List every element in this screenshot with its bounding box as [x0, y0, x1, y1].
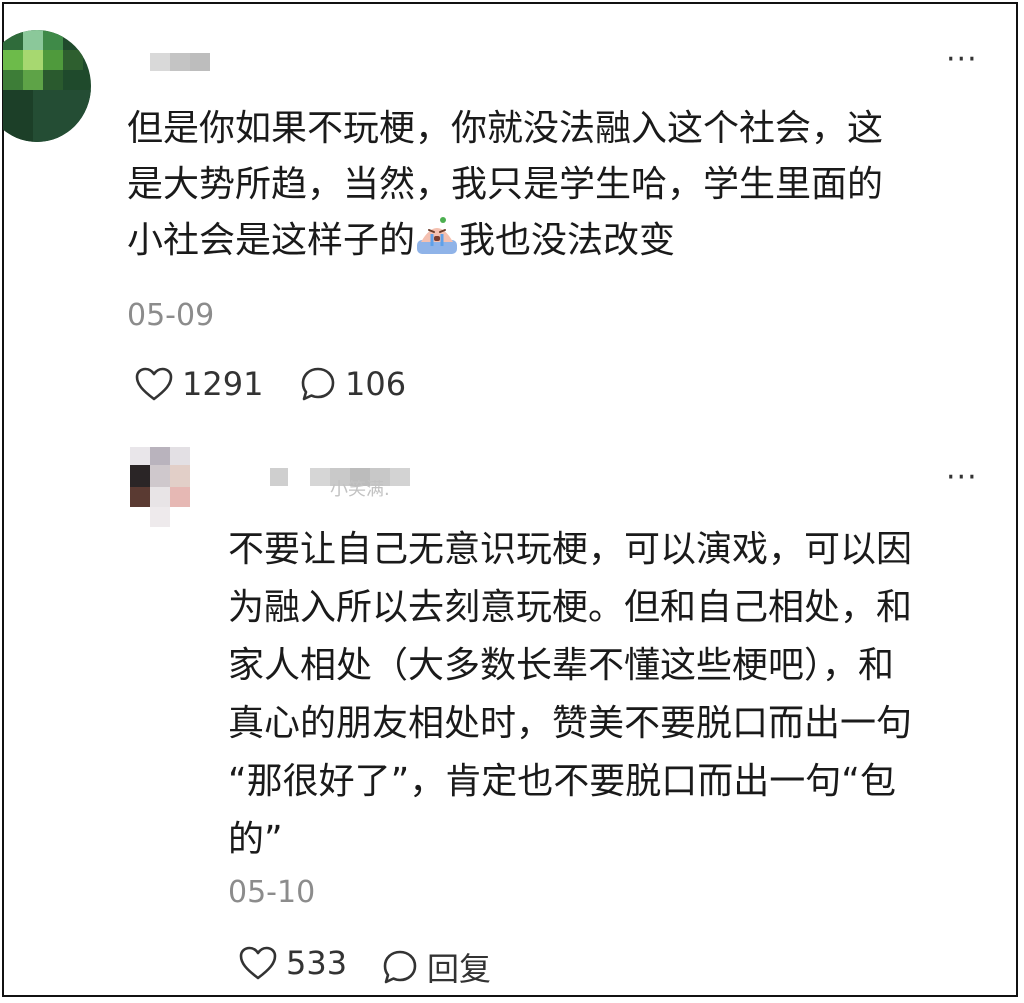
comment-text-segment: 我也没法改变: [459, 220, 676, 261]
comment-text-line: 但是你如果不玩梗，你就没法融入这个社会，这: [127, 108, 884, 149]
reply-count: 106: [345, 365, 407, 403]
reply-avatar[interactable]: [130, 447, 192, 527]
speech-bubble-icon: [381, 948, 419, 986]
reply-like-button[interactable]: 533: [238, 944, 347, 982]
username-blurred[interactable]: [150, 53, 210, 71]
more-options-button[interactable]: ···: [946, 45, 978, 75]
reply-text-line: “那很好了”，肯定也不要脱口而出一句“包: [228, 761, 896, 802]
reply-like-count: 533: [286, 944, 348, 982]
reply-text: 不要让自己无意识玩梗，可以演戏，可以因 为融入所以去刻意玩梗。但和自己相处，和 …: [228, 521, 912, 869]
reply-text-line: 真心的朋友相处时，赞美不要脱口而出一句: [228, 703, 913, 744]
reply-text-line: 的”: [228, 819, 283, 860]
reply-button[interactable]: 回复: [381, 944, 491, 990]
reply-text-line: 不要让自己无意识玩梗，可以演戏，可以因: [228, 529, 913, 570]
comment-text-segment: 小社会是这样子的: [127, 220, 416, 261]
crying-face-emoji: [415, 216, 459, 273]
reply-label: 回复: [427, 950, 492, 988]
like-button[interactable]: 1291: [134, 365, 263, 403]
reply-username[interactable]: 小笑满.: [330, 480, 390, 498]
comment-text-line: 小社会是这样子的 我也没法改变: [127, 213, 883, 273]
like-count: 1291: [182, 365, 264, 403]
speech-bubble-icon: [299, 365, 337, 403]
comment-text: 但是你如果不玩梗，你就没法融入这个社会，这 是大势所趋，当然，我只是学生哈，学生…: [127, 101, 883, 273]
reply-text-line: 家人相处（大多数长辈不懂这些梗吧），和: [228, 645, 895, 686]
heart-outline-icon: [134, 366, 174, 402]
comment-date: 05-09: [127, 298, 215, 333]
heart-outline-icon: [238, 945, 278, 981]
reply-text-line: 为融入所以去刻意玩梗。但和自己相处，和: [228, 587, 913, 628]
reply-date: 05-10: [228, 875, 316, 910]
reply-more-options-button[interactable]: ···: [946, 463, 978, 493]
reply-count-button[interactable]: 106: [299, 365, 406, 403]
avatar[interactable]: [3, 30, 91, 142]
comment-text-line: 是大势所趋，当然，我只是学生哈，学生里面的: [127, 164, 884, 205]
